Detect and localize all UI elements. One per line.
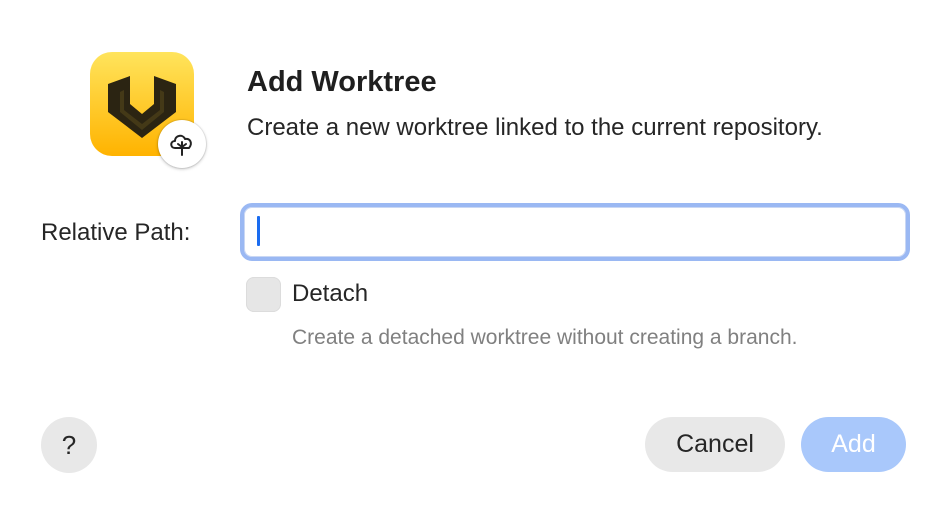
relative-path-label: Relative Path: (41, 219, 191, 246)
cancel-button[interactable]: Cancel (645, 417, 785, 472)
dialog-title: Add Worktree (247, 66, 437, 98)
dialog-subtitle: Create a new worktree linked to the curr… (247, 114, 823, 141)
relative-path-input[interactable] (240, 203, 910, 261)
text-caret (257, 216, 260, 246)
help-button[interactable]: ? (41, 417, 97, 473)
detach-checkbox[interactable] (246, 277, 281, 312)
add-worktree-dialog: Add Worktree Create a new worktree linke… (0, 0, 946, 512)
detach-hint: Create a detached worktree without creat… (292, 326, 798, 349)
detach-label[interactable]: Detach (292, 280, 368, 308)
tree-cloud-icon (158, 120, 206, 168)
add-button[interactable]: Add (801, 417, 906, 472)
